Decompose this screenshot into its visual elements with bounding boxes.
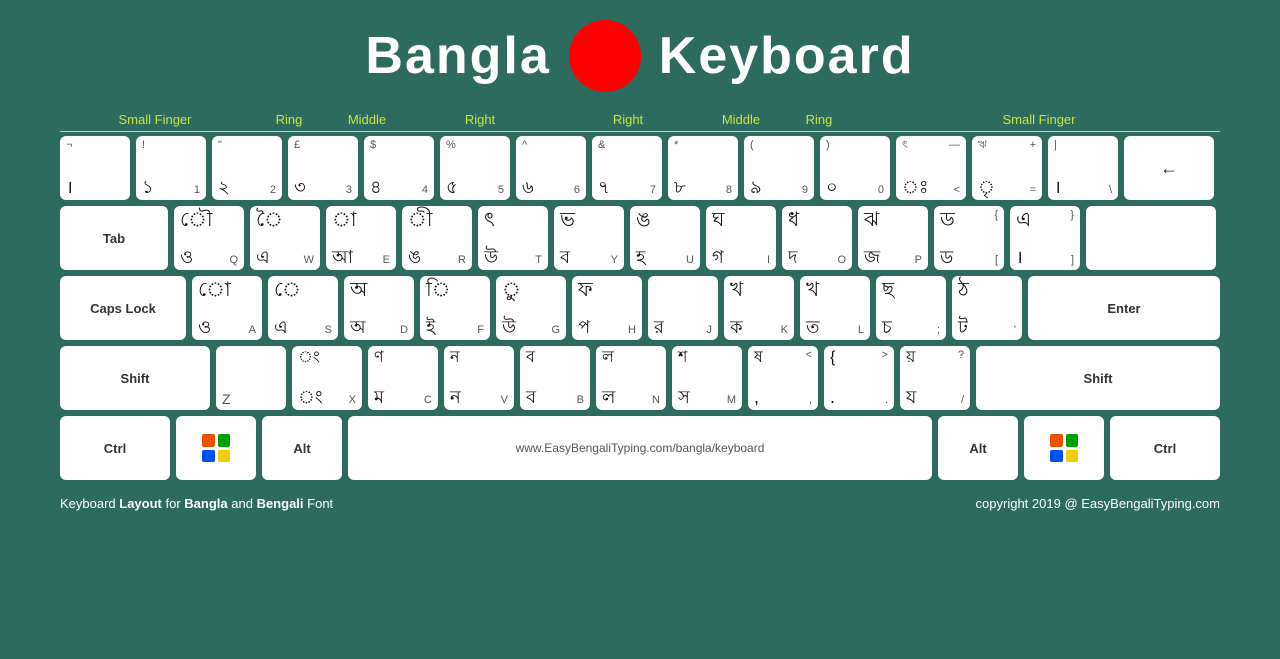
finger-label-ring-1: Ring [250, 112, 328, 127]
number-row: ¬ । ! ১1 " ২2 £ ৩3 $ ৪4 % ৫5 ^ ৬6 & ৭7 [60, 136, 1220, 200]
key-enter[interactable] [1086, 206, 1216, 270]
key-c[interactable]: ণ মC [368, 346, 438, 410]
bottom-row: Ctrl Alt www.EasyBengaliTyping.com/bangl… [60, 416, 1220, 480]
key-space[interactable]: www.EasyBengaliTyping.com/bangla/keyboar… [348, 416, 932, 480]
key-u[interactable]: ঙ হU [630, 206, 700, 270]
key-shift-left[interactable]: Shift [60, 346, 210, 410]
key-tab[interactable]: Tab [60, 206, 168, 270]
key-w[interactable]: ৈ এW [250, 206, 320, 270]
key-f[interactable]: ি ইF [420, 276, 490, 340]
key-l[interactable]: খ তL [800, 276, 870, 340]
keyboard: ¬ । ! ১1 " ২2 £ ৩3 $ ৪4 % ৫5 ^ ৬6 & ৭7 [60, 136, 1220, 480]
key-ctrl-right[interactable]: Ctrl [1110, 416, 1220, 480]
key-period[interactable]: {> .. [824, 346, 894, 410]
key-shift-right[interactable]: Shift [976, 346, 1220, 410]
finger-label-ring-2: Ring [780, 112, 858, 127]
footer-right: copyright 2019 @ EasyBengaliTyping.com [976, 496, 1220, 511]
footer-left-text: Keyboard Layout for Bangla and Bengali F… [60, 496, 333, 511]
title-right: Keyboard [659, 26, 915, 86]
key-r[interactable]: ী ঙR [402, 206, 472, 270]
key-win-right[interactable] [1024, 416, 1104, 480]
key-m[interactable]: শ সM [672, 346, 742, 410]
key-alt-right[interactable]: Alt [938, 416, 1018, 480]
shift-row: Shift Z ং ংX ণ মC ন নV ব বB ল লN শ সM [60, 346, 1220, 410]
key-q[interactable]: ৌ ওQ [174, 206, 244, 270]
footer-left: Keyboard Layout for Bangla and Bengali F… [60, 496, 333, 511]
key-1[interactable]: ! ১1 [136, 136, 206, 200]
key-7[interactable]: & ৭7 [592, 136, 662, 200]
key-i[interactable]: ঘ গI [706, 206, 776, 270]
key-t[interactable]: ৎ উT [478, 206, 548, 270]
bangladesh-flag-circle [569, 20, 641, 92]
key-minus[interactable]: ৎ— ঃ< [896, 136, 966, 200]
key-k[interactable]: খ কK [724, 276, 794, 340]
key-4[interactable]: $ ৪4 [364, 136, 434, 200]
key-e[interactable]: া আE [326, 206, 396, 270]
key-v[interactable]: ন নV [444, 346, 514, 410]
key-g[interactable]: ু উG [496, 276, 566, 340]
key-3[interactable]: £ ৩3 [288, 136, 358, 200]
key-enter-main[interactable]: Enter [1028, 276, 1220, 340]
key-8[interactable]: * ৮8 [668, 136, 738, 200]
key-ctrl-left[interactable]: Ctrl [60, 416, 170, 480]
windows-icon-right [1050, 434, 1078, 462]
key-6[interactable]: ^ ৬6 [516, 136, 586, 200]
key-backspace[interactable]: ← [1124, 136, 1214, 200]
key-quote[interactable]: ঠ ট' [952, 276, 1022, 340]
key-d[interactable]: অ অD [344, 276, 414, 340]
key-bracket-close[interactable]: এ} ।] [1010, 206, 1080, 270]
key-x[interactable]: ং ংX [292, 346, 362, 410]
key-z[interactable]: Z [216, 346, 286, 410]
finger-label-small-2: Small Finger [858, 112, 1220, 127]
key-slash[interactable]: য়? য/ [900, 346, 970, 410]
finger-label-right-2: Right [554, 112, 702, 127]
key-h[interactable]: ফ পH [572, 276, 642, 340]
key-equals[interactable]: ঋ+ ৃ= [972, 136, 1042, 200]
key-backslash-num[interactable]: | ।\ [1048, 136, 1118, 200]
home-row: Caps Lock ো ওA ে এS অ অD ি ইF ু উG ফ পH … [60, 276, 1220, 340]
title-left: Bangla [365, 26, 550, 86]
footer: Keyboard Layout for Bangla and Bengali F… [60, 496, 1220, 511]
key-n[interactable]: ল লN [596, 346, 666, 410]
key-p[interactable]: ঝ জP [858, 206, 928, 270]
spacebar-url: www.EasyBengaliTyping.com/bangla/keyboar… [516, 441, 765, 455]
finger-labels: Small Finger Ring Middle Right Right Mid… [60, 112, 1220, 132]
key-y[interactable]: ভ বY [554, 206, 624, 270]
finger-label-right-1: Right [406, 112, 554, 127]
key-win-left[interactable] [176, 416, 256, 480]
finger-label-middle-1: Middle [328, 112, 406, 127]
key-5[interactable]: % ৫5 [440, 136, 510, 200]
header: Bangla Keyboard [365, 20, 914, 92]
key-alt-left[interactable]: Alt [262, 416, 342, 480]
finger-label-small-1: Small Finger [60, 112, 250, 127]
key-0[interactable]: ) ০0 [820, 136, 890, 200]
qwerty-row: Tab ৌ ওQ ৈ এW া আE ী ঙR ৎ উT ভ বY ঙ হU [60, 206, 1220, 270]
key-s[interactable]: ে এS [268, 276, 338, 340]
key-bracket-open[interactable]: ড{ ড[ [934, 206, 1004, 270]
key-a[interactable]: ো ওA [192, 276, 262, 340]
key-9[interactable]: ( ৯9 [744, 136, 814, 200]
key-2[interactable]: " ২2 [212, 136, 282, 200]
key-capslock[interactable]: Caps Lock [60, 276, 186, 340]
key-backtick[interactable]: ¬ । [60, 136, 130, 200]
footer-right-text: copyright 2019 @ EasyBengaliTyping.com [976, 496, 1220, 511]
key-comma[interactable]: ষ< ,, [748, 346, 818, 410]
key-j[interactable]: রJ [648, 276, 718, 340]
key-o[interactable]: ধ দO [782, 206, 852, 270]
caps-lock-label: Caps Lock [90, 301, 156, 316]
windows-icon-left [202, 434, 230, 462]
finger-label-middle-2: Middle [702, 112, 780, 127]
key-semicolon[interactable]: ছ চ; [876, 276, 946, 340]
key-b[interactable]: ব বB [520, 346, 590, 410]
